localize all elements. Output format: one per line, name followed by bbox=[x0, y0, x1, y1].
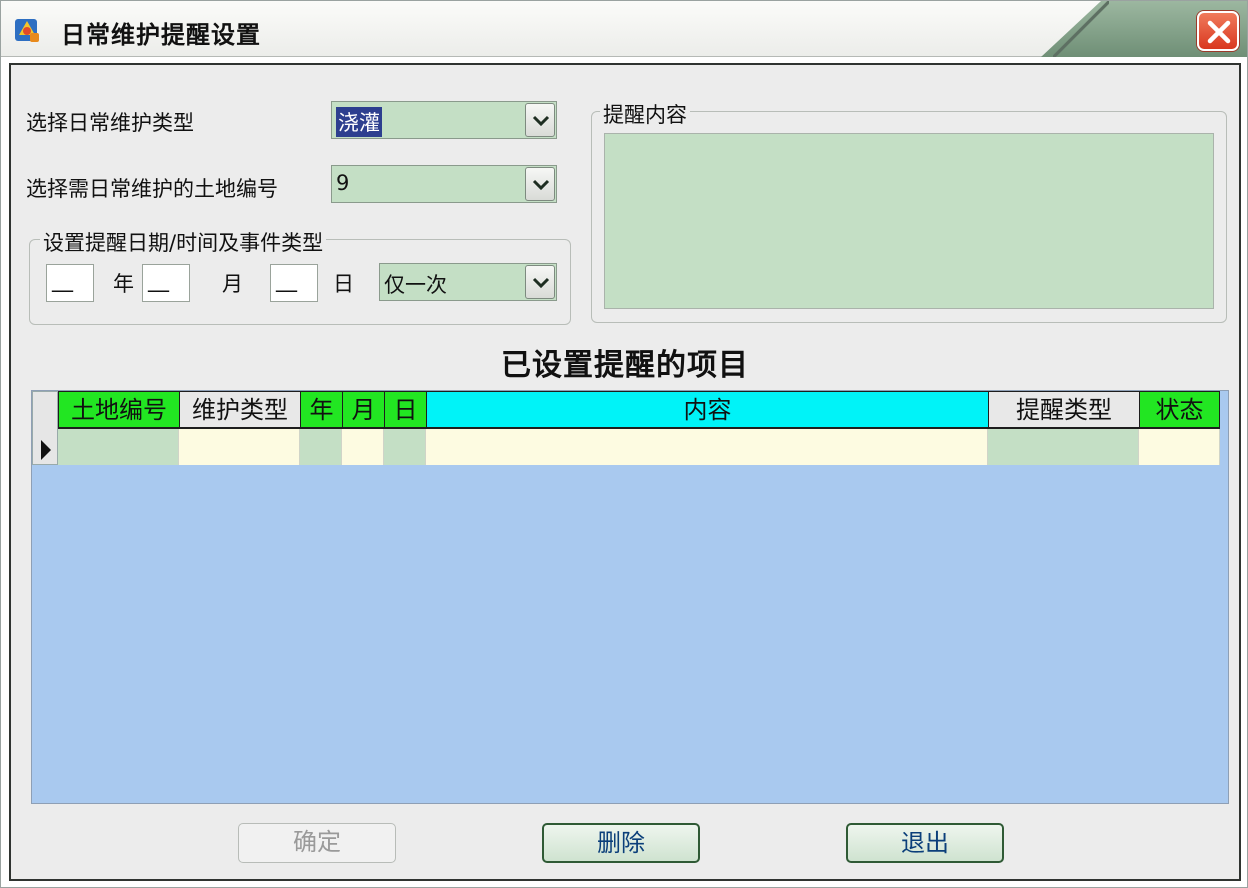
land-label: 选择需日常维护的土地编号 bbox=[26, 177, 278, 201]
year-input[interactable]: __ bbox=[46, 264, 94, 302]
column-header-content[interactable]: 内容 bbox=[426, 391, 989, 429]
chevron-down-icon bbox=[532, 179, 550, 191]
column-header-status[interactable]: 状态 bbox=[1139, 391, 1220, 429]
chevron-down-icon bbox=[532, 115, 550, 127]
type-select-value: 浇灌 bbox=[336, 107, 382, 137]
close-icon bbox=[1207, 20, 1231, 44]
chevron-down-icon bbox=[532, 277, 550, 289]
repeat-select-dropdown-button[interactable] bbox=[525, 265, 555, 299]
table-cell[interactable] bbox=[988, 429, 1139, 465]
window: 日常维护提醒设置 选择日常维护类型 浇灌 选择需日常维护的土地编号 9 设置提醒… bbox=[0, 0, 1248, 888]
day-label: 日 bbox=[333, 272, 354, 296]
row-indicator[interactable] bbox=[32, 391, 58, 465]
title-bar[interactable]: 日常维护提醒设置 bbox=[1, 1, 1247, 57]
content-textarea[interactable] bbox=[604, 133, 1214, 309]
date-group-caption: 设置提醒日期/时间及事件类型 bbox=[40, 227, 327, 257]
land-select-dropdown-button[interactable] bbox=[525, 167, 555, 201]
day-input[interactable]: __ bbox=[270, 264, 318, 302]
window-title: 日常维护提醒设置 bbox=[61, 21, 261, 49]
ok-button[interactable]: 确定 bbox=[238, 823, 396, 863]
year-input-value: __ bbox=[52, 268, 73, 292]
land-select-value: 9 bbox=[336, 171, 350, 195]
month-label: 月 bbox=[222, 272, 243, 296]
repeat-select-value: 仅一次 bbox=[384, 273, 447, 297]
column-header-land[interactable]: 土地编号 bbox=[58, 391, 180, 429]
column-header-day[interactable]: 日 bbox=[384, 391, 427, 429]
land-select[interactable]: 9 bbox=[331, 165, 557, 203]
table-cell[interactable] bbox=[384, 429, 426, 465]
content-caption: 提醒内容 bbox=[600, 99, 690, 129]
table-cell[interactable] bbox=[426, 429, 988, 465]
month-input[interactable]: __ bbox=[142, 264, 190, 302]
column-header-month[interactable]: 月 bbox=[342, 391, 385, 429]
type-select-dropdown-button[interactable] bbox=[525, 103, 555, 137]
exit-button[interactable]: 退出 bbox=[846, 823, 1004, 863]
day-input-value: __ bbox=[276, 268, 297, 292]
repeat-select[interactable]: 仅一次 bbox=[379, 263, 557, 301]
client-area: 选择日常维护类型 浇灌 选择需日常维护的土地编号 9 设置提醒日期/时间及事件类… bbox=[9, 63, 1241, 881]
app-icon bbox=[15, 19, 39, 42]
table-cell[interactable] bbox=[1139, 429, 1220, 465]
row-pointer-icon bbox=[41, 440, 51, 460]
reminder-table[interactable]: 土地编号 维护类型 年 月 日 内容 提醒类型 状态 bbox=[31, 390, 1229, 804]
title-bar-edge bbox=[1053, 1, 1109, 57]
close-button[interactable] bbox=[1197, 11, 1239, 51]
column-header-type[interactable]: 维护类型 bbox=[179, 391, 301, 429]
table-cell[interactable] bbox=[342, 429, 384, 465]
year-label: 年 bbox=[113, 272, 134, 296]
table-cell[interactable] bbox=[58, 429, 179, 465]
table-heading: 已设置提醒的项目 bbox=[501, 348, 749, 383]
month-input-value: __ bbox=[148, 268, 169, 292]
table-cell[interactable] bbox=[300, 429, 342, 465]
column-header-reminder-type[interactable]: 提醒类型 bbox=[988, 391, 1140, 429]
type-label: 选择日常维护类型 bbox=[26, 111, 194, 135]
delete-button[interactable]: 删除 bbox=[542, 823, 700, 863]
type-select[interactable]: 浇灌 bbox=[331, 101, 557, 139]
column-header-year[interactable]: 年 bbox=[300, 391, 343, 429]
table-cell[interactable] bbox=[179, 429, 300, 465]
